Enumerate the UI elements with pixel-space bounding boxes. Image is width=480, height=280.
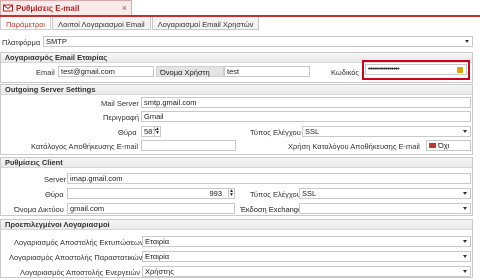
outgoing-check-type-select[interactable]: SSL [302, 126, 471, 137]
client-port-spinner[interactable]: ▲ ▼ [228, 189, 234, 199]
outgoing-port-spinner[interactable]: ▲ ▼ [154, 127, 160, 137]
username-field[interactable]: test [224, 66, 310, 77]
client-port-field[interactable]: 993 [67, 188, 235, 199]
actions-account-label: Λογαριασμός Αποστολής Ενεργειών [20, 268, 141, 277]
exchange-label: Έκδοση Exchange [236, 203, 302, 214]
defaults-header: Προεπιλεγμένοι Λογαριασμοί [1, 220, 472, 230]
save-folder-field[interactable] [141, 140, 236, 151]
network-name-field[interactable]: gmail.com [67, 203, 235, 214]
outgoing-port-label: Θύρα [118, 128, 137, 137]
email-field[interactable]: test@gmail.com [58, 66, 154, 77]
mail-server-label: Mail Server [101, 99, 139, 108]
outgoing-check-type-label: Τύπος Ελέγχου [250, 128, 301, 137]
description-field[interactable]: Gmail [141, 111, 471, 122]
docs-account-label: Λογαριασμός Αποστολής Παραστατικών [9, 253, 143, 262]
email-label: Email [36, 68, 55, 77]
settings-email-tab-title: Ρυθμίσεις E-mail [16, 3, 80, 13]
actions-account-select[interactable]: Χρήστης [142, 266, 471, 277]
platform-label: Πλατφόρμα [2, 38, 41, 47]
client-server-field[interactable]: imap.gmail.com [67, 173, 471, 184]
network-name-label: Όνομα Δικτύου [14, 205, 64, 214]
close-icon[interactable]: × [122, 3, 127, 13]
user-folder-label: Χρήση Καταλόγου Αποθήκευσης E-mail [288, 142, 420, 151]
client-check-type-select[interactable]: SSL [299, 188, 471, 199]
client-check-type-label: Τύπος Ελέγχου [250, 190, 301, 199]
password-label: Κωδικός [331, 68, 360, 77]
subtab-bar: Παράμετροι Λοιποί Λογαριασμοί Email Λογα… [0, 17, 480, 32]
client-header: Ρυθμίσεις Client [1, 158, 472, 168]
client-server-label: Server [44, 175, 67, 184]
tab-other-email-accounts[interactable]: Λοιποί Λογαριασμοί Email [52, 17, 151, 30]
platform-select[interactable]: SMTP [43, 36, 473, 47]
print-account-select[interactable]: Εταιρία [142, 236, 471, 247]
save-folder-label: Κατάλογος Αποθήκευσης E-mail [31, 142, 138, 151]
password-field[interactable]: •••••••••••••••• [365, 64, 467, 75]
email-settings-icon [3, 4, 13, 12]
print-account-label: Λογαριασμός Αποστολής Εκτυπώσεων [14, 238, 144, 247]
lock-icon [457, 67, 463, 73]
description-label: Περιγραφή [103, 113, 140, 122]
client-port-label: Θύρα [45, 190, 64, 199]
docs-account-select[interactable]: Εταιρία [142, 251, 471, 262]
mail-server-field[interactable]: smtp.gmail.com [141, 97, 471, 108]
tab-parameters[interactable]: Παράμετροι [0, 17, 52, 30]
flag-icon [429, 143, 436, 148]
outgoing-header: Outgoing Server Settings [1, 85, 472, 95]
tab-user-email-accounts[interactable]: Λογαριασμοί Email Χρηστών [151, 17, 260, 30]
settings-email-tab[interactable]: Ρυθμίσεις E-mail × [0, 0, 132, 15]
username-label: Όνομα Χρήστη [156, 66, 224, 77]
exchange-select[interactable] [299, 203, 471, 214]
